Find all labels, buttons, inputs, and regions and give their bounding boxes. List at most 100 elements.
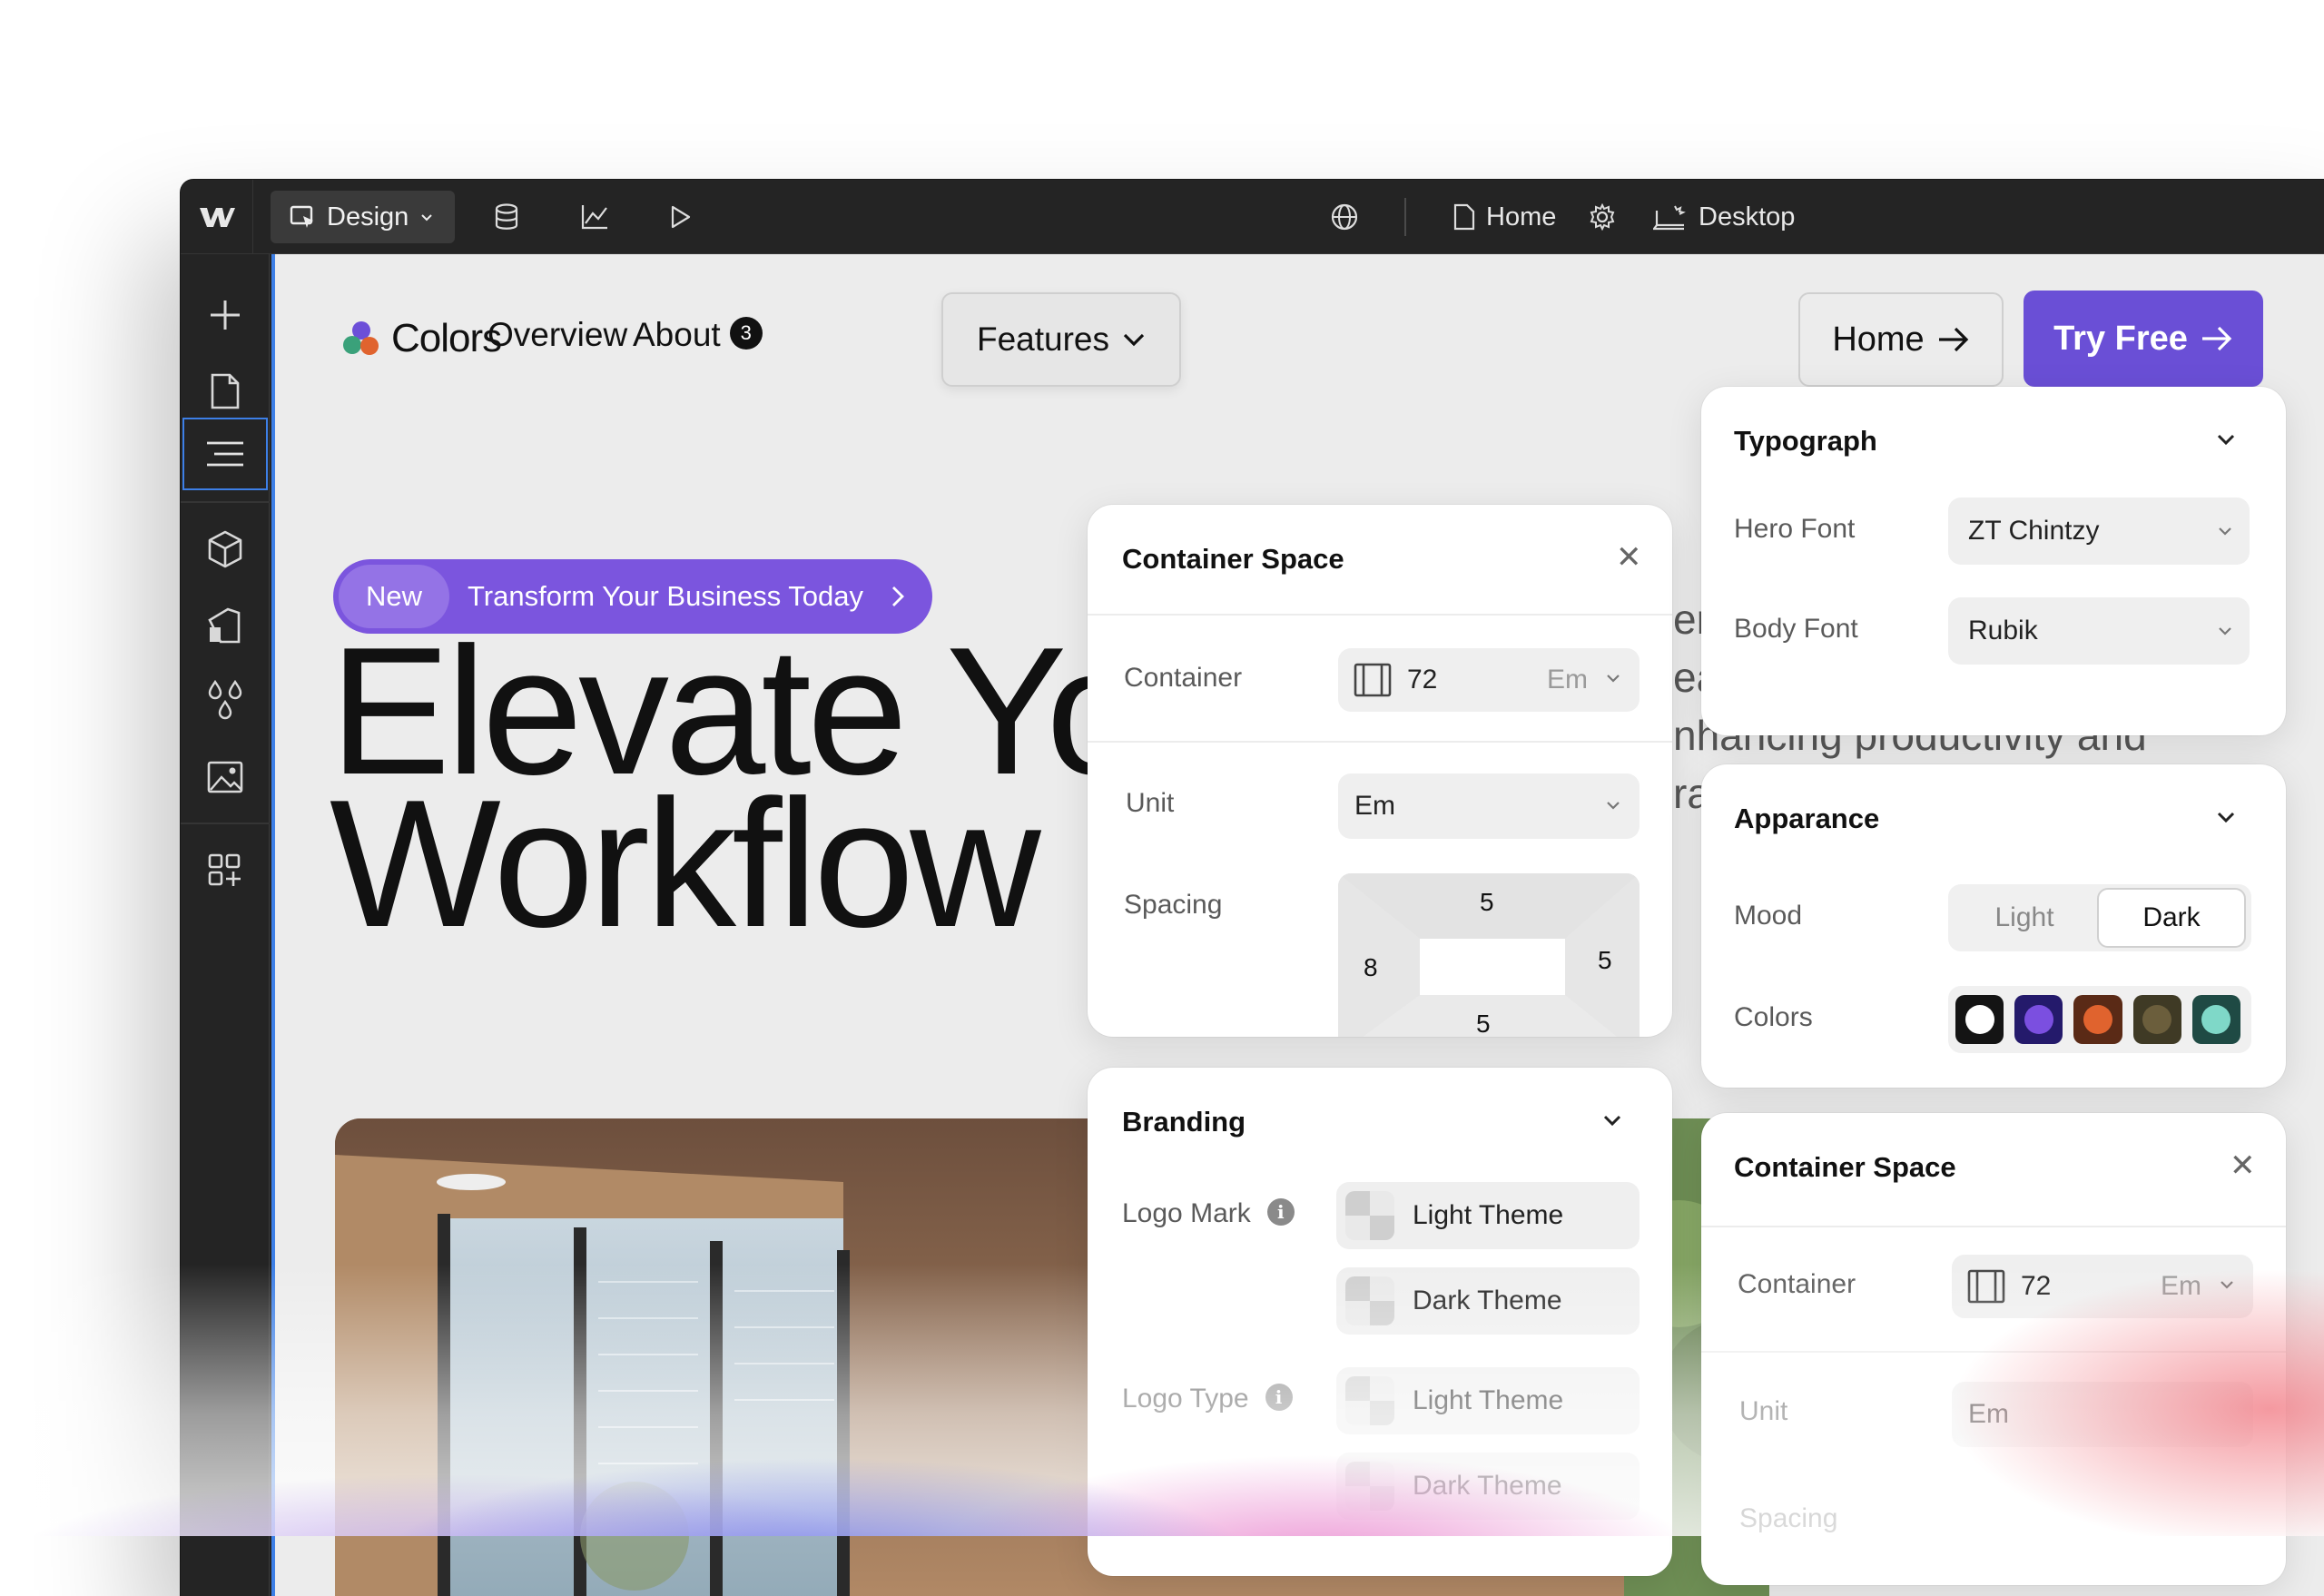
mood-dark-option[interactable]: Dark: [2097, 888, 2246, 948]
page-icon: [1453, 203, 1475, 231]
checkerboard-thumbnail-icon: [1345, 1376, 1394, 1425]
site-brand[interactable]: Colors: [340, 316, 502, 361]
chevron-down-icon: [1607, 802, 1620, 810]
close-icon[interactable]: ✕: [1616, 539, 1642, 576]
logo-mark-dark-theme-option[interactable]: Dark Theme: [1336, 1267, 1640, 1335]
logo-type-light-theme-option[interactable]: Light Theme: [1336, 1367, 1640, 1434]
navigator-menu-icon[interactable]: [182, 418, 268, 490]
chevron-down-icon[interactable]: [2215, 810, 2237, 826]
webflow-logo-icon[interactable]: [181, 180, 253, 254]
container-width-icon: [1354, 663, 1392, 697]
colors-label: Colors: [1734, 1002, 1813, 1032]
hero-font-select[interactable]: ZT Chintzy: [1948, 498, 2250, 565]
checkerboard-thumbnail-icon: [1345, 1191, 1394, 1240]
info-icon[interactable]: i: [1265, 1384, 1293, 1412]
add-elements-plus-icon[interactable]: [193, 283, 257, 347]
globe-icon[interactable]: [1326, 199, 1363, 235]
logo-type-dark-theme-option[interactable]: Dark Theme: [1336, 1453, 1640, 1520]
home-button-label: Home: [1832, 320, 1925, 359]
color-swatch-4[interactable]: [2132, 995, 2181, 1044]
unit-select-2[interactable]: Em: [1952, 1382, 2253, 1447]
top-toolbar: Design Home Desktop: [181, 180, 2324, 254]
chevron-down-icon: [421, 214, 432, 222]
hero-font-value: ZT Chintzy: [1968, 516, 2100, 546]
container-unit-2: Em: [2161, 1271, 2201, 1301]
logo-type-light-theme-label: Light Theme: [1413, 1385, 1564, 1415]
color-swatch-3[interactable]: [2073, 995, 2122, 1044]
spacing-right-value[interactable]: 5: [1598, 946, 1612, 975]
container-space-panel-2: Container Space ✕ Container 72 Em Unit E…: [1701, 1113, 2286, 1585]
nav-about-link[interactable]: About 3: [633, 316, 763, 354]
chevron-down-icon[interactable]: [2215, 432, 2237, 448]
page-selector-label: Home: [1486, 202, 1557, 232]
colors-logo-icon: [343, 321, 379, 355]
cms-database-icon[interactable]: [488, 199, 525, 235]
analytics-chart-icon[interactable]: [576, 199, 613, 235]
cursor-select-icon: [290, 205, 313, 228]
spacing-top-value[interactable]: 5: [1480, 888, 1494, 917]
about-count-badge: 3: [729, 317, 763, 350]
design-mode-dropdown[interactable]: Design: [271, 191, 455, 243]
breakpoint-selector[interactable]: Desktop: [1653, 180, 1795, 254]
pages-icon[interactable]: [193, 360, 257, 423]
chevron-down-icon: [2219, 627, 2231, 635]
spacing-label: Spacing: [1124, 890, 1223, 920]
container-width-value-2: 72: [2021, 1271, 2052, 1301]
appearance-panel: Apparance Mood Light Dark Colors: [1701, 764, 2286, 1088]
spacing-box-model: 5 8 5 5: [1338, 873, 1640, 1037]
mood-light-option[interactable]: Light: [1952, 888, 2097, 948]
branding-panel-title: Branding: [1122, 1106, 1246, 1138]
info-icon[interactable]: i: [1266, 1198, 1295, 1227]
branding-panel: Branding Logo Mark i Light Theme Dark The…: [1088, 1068, 1672, 1576]
sidebar-divider-2: [181, 823, 270, 824]
body-font-select[interactable]: Rubik: [1948, 597, 2250, 665]
home-button[interactable]: Home: [1798, 292, 2004, 387]
typography-panel-title: Typograph: [1734, 425, 1877, 457]
unit-select[interactable]: Em: [1338, 773, 1640, 839]
hero-font-label: Hero Font: [1734, 514, 1856, 544]
color-swatches: [1948, 986, 2251, 1053]
apps-grid-icon[interactable]: [193, 839, 257, 902]
container-space-panel: Container Space ✕ Container 72 Em Unit E…: [1088, 505, 1672, 1037]
chevron-down-icon[interactable]: [1601, 1113, 1623, 1129]
try-free-button[interactable]: Try Free: [2024, 291, 2263, 387]
preview-play-icon[interactable]: [663, 199, 699, 235]
body-font-value: Rubik: [1968, 616, 2038, 645]
logo-mark-light-theme-label: Light Theme: [1413, 1200, 1564, 1230]
checkerboard-thumbnail-icon: [1345, 1462, 1394, 1511]
container-width-input-2[interactable]: 72 Em: [1952, 1255, 2253, 1318]
container-unit: Em: [1547, 665, 1588, 695]
color-swatch-5[interactable]: [2191, 995, 2241, 1044]
nav-overview-link[interactable]: Overview: [487, 316, 627, 354]
unit-label-2: Unit: [1739, 1396, 1788, 1426]
left-sidebar: [181, 254, 270, 1596]
logo-mark-dark-theme-label: Dark Theme: [1413, 1286, 1562, 1315]
page-settings-gear-icon[interactable]: [1584, 199, 1620, 235]
assets-image-icon[interactable]: [193, 744, 257, 808]
nav-features-dropdown[interactable]: Features: [941, 292, 1181, 387]
logo-mark-label: Logo Mark i: [1122, 1198, 1295, 1229]
style-guide-icon[interactable]: [193, 594, 257, 657]
logo-mark-light-theme-option[interactable]: Light Theme: [1336, 1182, 1640, 1249]
mood-label: Mood: [1734, 901, 1803, 931]
nav-about-label: About: [633, 316, 721, 353]
color-swatch-1[interactable]: [1955, 995, 2004, 1044]
mood-toggle: Light Dark: [1948, 884, 2251, 951]
components-cube-icon[interactable]: [193, 517, 257, 581]
logo-type-dark-theme-label: Dark Theme: [1413, 1471, 1562, 1501]
close-icon[interactable]: ✕: [2230, 1148, 2256, 1184]
spacing-bottom-value[interactable]: 5: [1476, 1010, 1491, 1037]
page-selector[interactable]: Home: [1453, 180, 1556, 254]
arrow-right-icon: [1938, 327, 1968, 352]
chevron-down-icon: [2219, 527, 2231, 536]
color-swatch-2[interactable]: [2014, 995, 2063, 1044]
unit-label: Unit: [1126, 788, 1175, 818]
container-label-2: Container: [1738, 1269, 1856, 1299]
container-width-icon: [1967, 1269, 2005, 1304]
container-width-input[interactable]: 72 Em: [1338, 648, 1640, 712]
unit-select-value: Em: [1354, 791, 1395, 821]
spacing-left-value[interactable]: 8: [1364, 953, 1378, 982]
variables-drops-icon[interactable]: [193, 668, 257, 732]
appearance-panel-title: Apparance: [1734, 803, 1880, 834]
try-free-label: Try Free: [2053, 319, 2188, 358]
